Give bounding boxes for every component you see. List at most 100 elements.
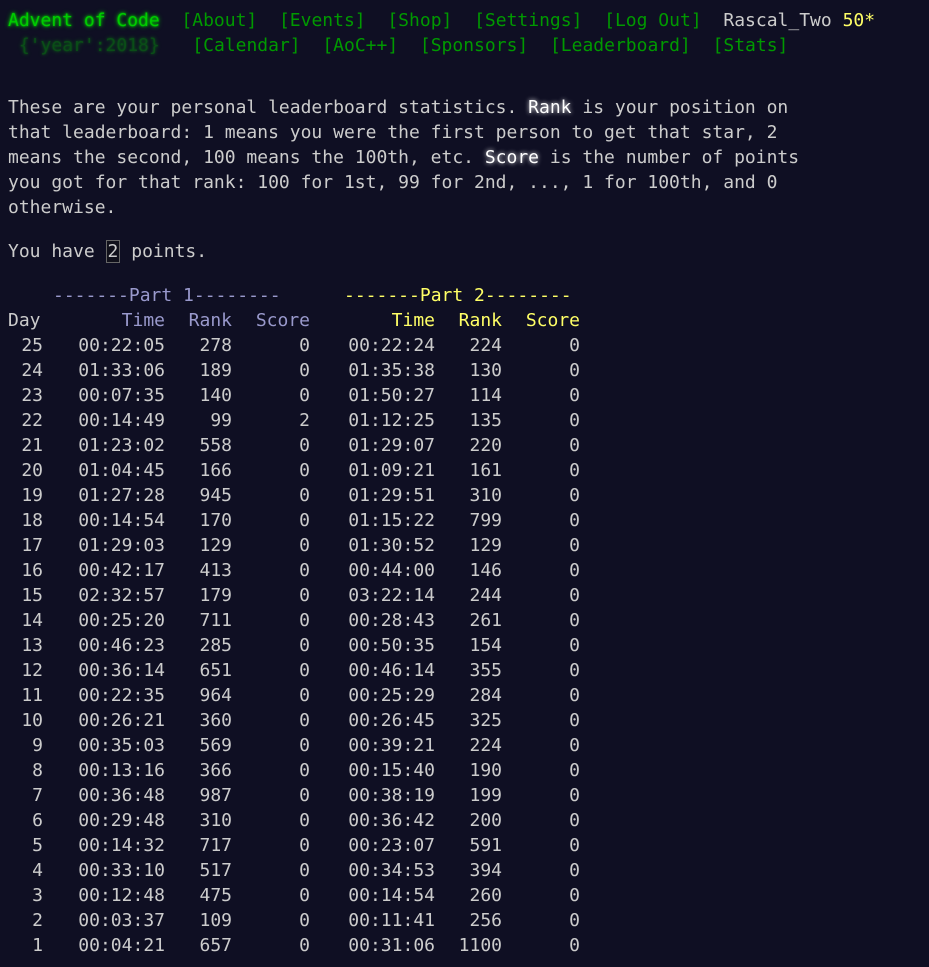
part1-rank-cell: 366 xyxy=(199,760,232,781)
intro-text: you got for that rank: 100 for 1st, 99 f… xyxy=(8,172,778,193)
part2-score-cell: 0 xyxy=(569,410,580,431)
part2-score-cell: 0 xyxy=(569,460,580,481)
part1-time-cell: 00:29:48 xyxy=(78,810,165,831)
intro-paragraph: These are your personal leaderboard stat… xyxy=(8,95,848,220)
part1-time-cell: 01:04:45 xyxy=(78,460,165,481)
star-count: 50* xyxy=(842,10,876,31)
part2-rank-cell: 220 xyxy=(469,435,502,456)
part2-time-header: Time xyxy=(391,310,435,331)
part2-score-cell: 0 xyxy=(569,910,580,931)
day-cell: 10 xyxy=(21,710,43,731)
part2-rank-cell: 325 xyxy=(469,710,502,731)
part1-time-cell: 00:26:21 xyxy=(78,710,165,731)
part2-time-cell: 03:22:14 xyxy=(348,585,435,606)
day-cell: 17 xyxy=(21,535,43,556)
table-row: 2 00:03:37 109 0 00:11:41 256 0 xyxy=(8,908,580,933)
score-emphasis: Score xyxy=(484,147,540,168)
part1-score-cell: 2 xyxy=(299,410,310,431)
nav-leaderboard[interactable]: [Leaderboard] xyxy=(550,35,691,56)
part1-score-cell: 0 xyxy=(299,585,310,606)
nav-events[interactable]: [Events] xyxy=(279,10,366,31)
day-cell: 7 xyxy=(32,785,43,806)
part2-rank-cell: 591 xyxy=(469,835,502,856)
table-row: 22 00:14:49 99 2 01:12:25 135 0 xyxy=(8,408,580,433)
day-cell: 11 xyxy=(21,685,43,706)
header-top-row: Advent of Code [About] [Events] [Shop] [… xyxy=(8,9,875,33)
nav-log-out[interactable]: [Log Out] xyxy=(604,10,702,31)
part1-rank-cell: 99 xyxy=(210,410,232,431)
day-cell: 20 xyxy=(21,460,43,481)
part-header-row: -------Part 1-------- -------Part 2-----… xyxy=(8,283,580,308)
part1-rank-cell: 140 xyxy=(199,385,232,406)
part1-score-cell: 0 xyxy=(299,610,310,631)
table-row: 15 02:32:57 179 0 03:22:14 244 0 xyxy=(8,583,580,608)
part1-rank-header: Rank xyxy=(188,310,232,331)
part2-time-cell: 00:34:53 xyxy=(348,860,435,881)
part2-time-cell: 00:46:14 xyxy=(348,660,435,681)
table-row: 12 00:36:14 651 0 00:46:14 355 0 xyxy=(8,658,580,683)
nav-aoc-plus-plus[interactable]: [AoC++] xyxy=(322,35,398,56)
part1-time-cell: 00:36:14 xyxy=(78,660,165,681)
part1-time-header: Time xyxy=(121,310,165,331)
part2-time-cell: 00:25:29 xyxy=(348,685,435,706)
year-prefix: {'year': xyxy=(18,35,106,56)
part2-rank-cell: 146 xyxy=(469,560,502,581)
table-row: 1 00:04:21 657 0 00:31:06 1100 0 xyxy=(8,933,580,958)
header-bottom-row: {'year':2018} [Calendar] [AoC++] [Sponso… xyxy=(8,34,789,58)
table-row: 13 00:46:23 285 0 00:50:35 154 0 xyxy=(8,633,580,658)
nav-shop[interactable]: [Shop] xyxy=(387,10,452,31)
table-row: 8 00:13:16 366 0 00:15:40 190 0 xyxy=(8,758,580,783)
day-cell: 19 xyxy=(21,485,43,506)
part1-score-cell: 0 xyxy=(299,360,310,381)
part2-time-cell: 00:23:07 xyxy=(348,835,435,856)
part1-rank-cell: 278 xyxy=(199,335,232,356)
part2-time-cell: 00:26:45 xyxy=(348,710,435,731)
table-row: 7 00:36:48 987 0 00:38:19 199 0 xyxy=(8,783,580,808)
nav-sponsors[interactable]: [Sponsors] xyxy=(420,35,528,56)
day-cell: 16 xyxy=(21,560,43,581)
nav-calendar[interactable]: [Calendar] xyxy=(192,35,300,56)
nav-stats[interactable]: [Stats] xyxy=(713,35,789,56)
part2-rank-cell: 1100 xyxy=(458,935,502,956)
intro-text: means the second, 100 means the 100th, e… xyxy=(8,147,485,168)
part2-time-cell: 00:50:35 xyxy=(348,635,435,656)
year-value: 2018 xyxy=(105,35,149,56)
part1-time-cell: 00:14:54 xyxy=(78,510,165,531)
part1-rank-cell: 569 xyxy=(199,735,232,756)
part2-rank-cell: 224 xyxy=(469,335,502,356)
part2-rank-cell: 256 xyxy=(469,910,502,931)
part2-score-cell: 0 xyxy=(569,710,580,731)
part2-time-cell: 00:39:21 xyxy=(348,735,435,756)
site-logo[interactable]: Advent of Code xyxy=(8,10,160,31)
part1-rank-cell: 360 xyxy=(199,710,232,731)
table-row: 14 00:25:20 711 0 00:28:43 261 0 xyxy=(8,608,580,633)
day-cell: 12 xyxy=(21,660,43,681)
day-cell: 1 xyxy=(32,935,43,956)
year-suffix: } xyxy=(148,35,160,56)
part1-time-cell: 02:32:57 xyxy=(78,585,165,606)
nav-about[interactable]: [About] xyxy=(181,10,257,31)
points-suffix: points. xyxy=(120,241,208,262)
part2-time-cell: 00:28:43 xyxy=(348,610,435,631)
part1-time-cell: 00:14:32 xyxy=(78,835,165,856)
day-cell: 9 xyxy=(32,735,43,756)
year-label[interactable]: {'year':2018} xyxy=(19,35,160,56)
table-row: 17 01:29:03 129 0 01:30:52 129 0 xyxy=(8,533,580,558)
table-row: 18 00:14:54 170 0 01:15:22 799 0 xyxy=(8,508,580,533)
part1-score-cell: 0 xyxy=(299,560,310,581)
part2-score-cell: 0 xyxy=(569,935,580,956)
part2-rank-cell: 355 xyxy=(469,660,502,681)
part1-score-cell: 0 xyxy=(299,860,310,881)
part2-score-cell: 0 xyxy=(569,735,580,756)
part2-rank-cell: 394 xyxy=(469,860,502,881)
part1-time-cell: 00:03:37 xyxy=(78,910,165,931)
part1-score-cell: 0 xyxy=(299,460,310,481)
part2-score-cell: 0 xyxy=(569,685,580,706)
part1-rank-cell: 166 xyxy=(199,460,232,481)
day-cell: 6 xyxy=(32,810,43,831)
part1-rank-cell: 413 xyxy=(199,560,232,581)
day-cell: 21 xyxy=(21,435,43,456)
part2-rank-cell: 261 xyxy=(469,610,502,631)
nav-settings[interactable]: [Settings] xyxy=(474,10,582,31)
part2-rank-cell: 114 xyxy=(469,385,502,406)
